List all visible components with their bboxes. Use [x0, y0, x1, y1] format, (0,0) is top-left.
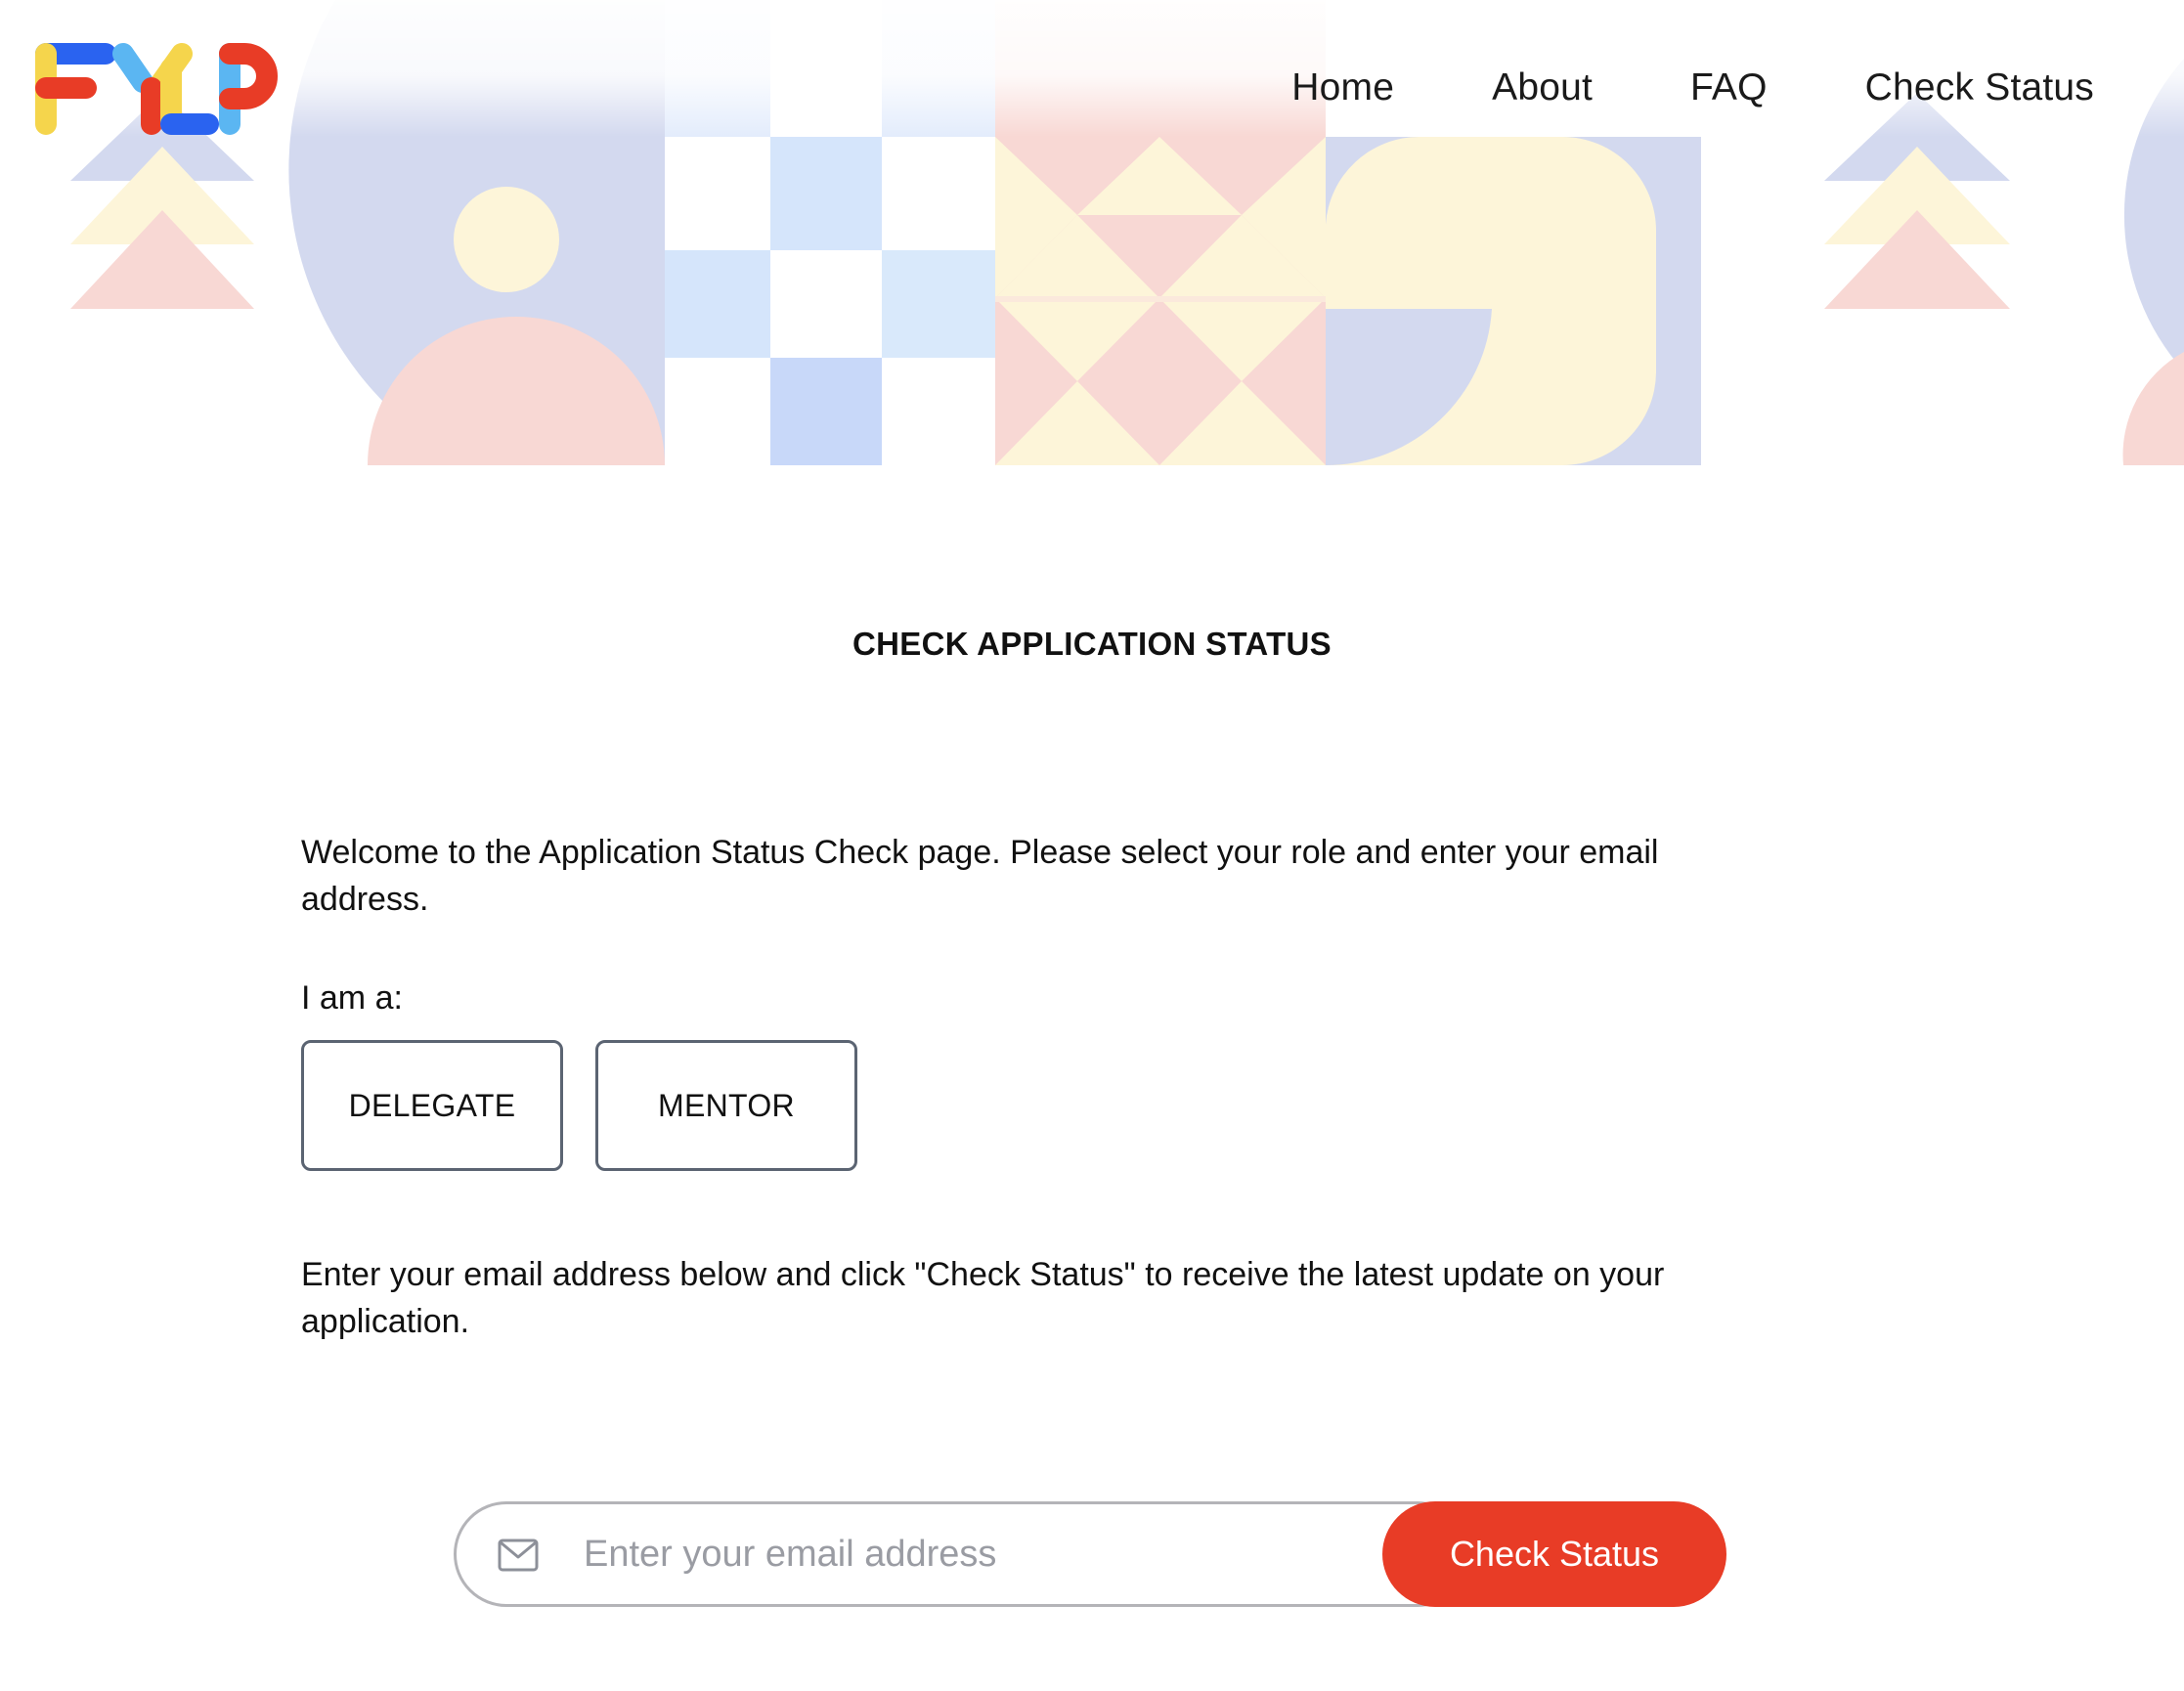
delegate-button[interactable]: DELEGATE — [301, 1040, 563, 1171]
nav-home[interactable]: Home — [1291, 66, 1394, 109]
status-form: Check Status — [454, 1501, 1726, 1607]
role-label: I am a: — [301, 979, 403, 1017]
mentor-button[interactable]: MENTOR — [595, 1040, 857, 1171]
page-title: CHECK APPLICATION STATUS — [852, 626, 1332, 662]
instructions-text: Enter your email address below and click… — [301, 1256, 1665, 1340]
logo-mark — [35, 43, 278, 135]
mail-icon — [498, 1538, 539, 1573]
email-input[interactable] — [584, 1522, 1385, 1586]
check-status-button[interactable]: Check Status — [1382, 1501, 1726, 1607]
nav-check-status[interactable]: Check Status — [1865, 66, 2094, 109]
email-field[interactable] — [454, 1501, 1470, 1607]
nav-faq[interactable]: FAQ — [1690, 66, 1768, 109]
main-nav: Home About FAQ Check Status — [1291, 59, 2094, 117]
nav-about[interactable]: About — [1492, 66, 1593, 109]
page: Home About FAQ Check Status CHECK APPLIC… — [0, 0, 2184, 1691]
logo[interactable] — [35, 41, 284, 139]
intro-text: Welcome to the Application Status Check … — [301, 834, 1659, 918]
